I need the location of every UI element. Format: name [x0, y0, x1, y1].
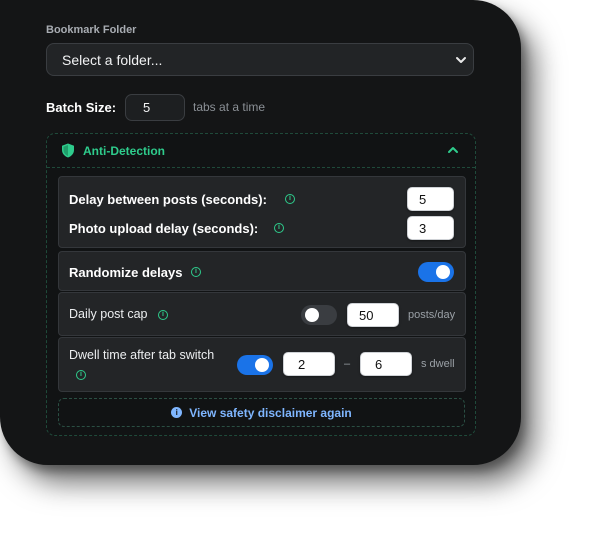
- dwell-time-card: Dwell time after tab switch i 2 – 6 s dw…: [58, 337, 466, 392]
- view-safety-disclaimer-text: View safety disclaimer again: [189, 405, 352, 420]
- randomize-delays-toggle[interactable]: [418, 262, 454, 282]
- chevron-down-icon: [456, 57, 466, 63]
- dwell-time-label: Dwell time after tab switch: [69, 348, 215, 362]
- batch-size-suffix: tabs at a time: [193, 100, 266, 114]
- randomize-delays-card: Randomize delays i: [58, 251, 466, 291]
- dwell-min-input[interactable]: 2: [283, 352, 335, 376]
- view-safety-disclaimer-link[interactable]: i View safety disclaimer again: [58, 398, 465, 427]
- daily-post-cap-card: Daily post cap i 50 posts/day: [58, 292, 466, 336]
- randomize-delays-label: Randomize delays: [69, 265, 183, 280]
- info-icon[interactable]: i: [274, 223, 284, 233]
- settings-panel: Bookmark Folder Select a folder... Batch…: [0, 0, 521, 465]
- delay-between-posts-input[interactable]: 5: [407, 187, 454, 211]
- daily-post-cap-toggle[interactable]: [301, 305, 337, 325]
- delays-card: Delay between posts (seconds): i 5 Photo…: [58, 176, 466, 248]
- daily-post-cap-unit: posts/day: [408, 309, 456, 321]
- info-icon[interactable]: i: [158, 310, 168, 320]
- dwell-range-separator: –: [344, 358, 351, 370]
- dwell-unit: s dwell: [421, 358, 455, 370]
- dwell-time-toggle[interactable]: [237, 355, 273, 375]
- info-icon: i: [171, 407, 183, 418]
- bookmark-folder-select[interactable]: Select a folder...: [46, 43, 474, 76]
- info-icon[interactable]: i: [76, 370, 86, 380]
- dwell-max-input[interactable]: 6: [360, 352, 412, 376]
- anti-detection-section: Anti-Detection Delay between posts (seco…: [46, 133, 476, 436]
- shield-icon: [62, 143, 74, 158]
- daily-post-cap-input[interactable]: 50: [347, 303, 399, 327]
- delay-between-posts-label: Delay between posts (seconds):: [69, 192, 267, 207]
- photo-upload-delay-label: Photo upload delay (seconds):: [69, 221, 259, 236]
- batch-size-input[interactable]: 5: [125, 94, 185, 121]
- chevron-up-icon[interactable]: [447, 145, 459, 155]
- info-icon[interactable]: i: [285, 194, 295, 204]
- anti-detection-header[interactable]: Anti-Detection: [47, 134, 475, 168]
- photo-upload-delay-input[interactable]: 3: [407, 216, 454, 240]
- batch-size-label: Batch Size:: [46, 100, 117, 115]
- anti-detection-title: Anti-Detection: [83, 144, 165, 158]
- bookmark-folder-selected-value: Select a folder...: [62, 51, 163, 68]
- info-icon[interactable]: i: [191, 267, 201, 277]
- daily-post-cap-label: Daily post cap: [69, 307, 148, 321]
- bookmark-folder-label: Bookmark Folder: [46, 24, 137, 36]
